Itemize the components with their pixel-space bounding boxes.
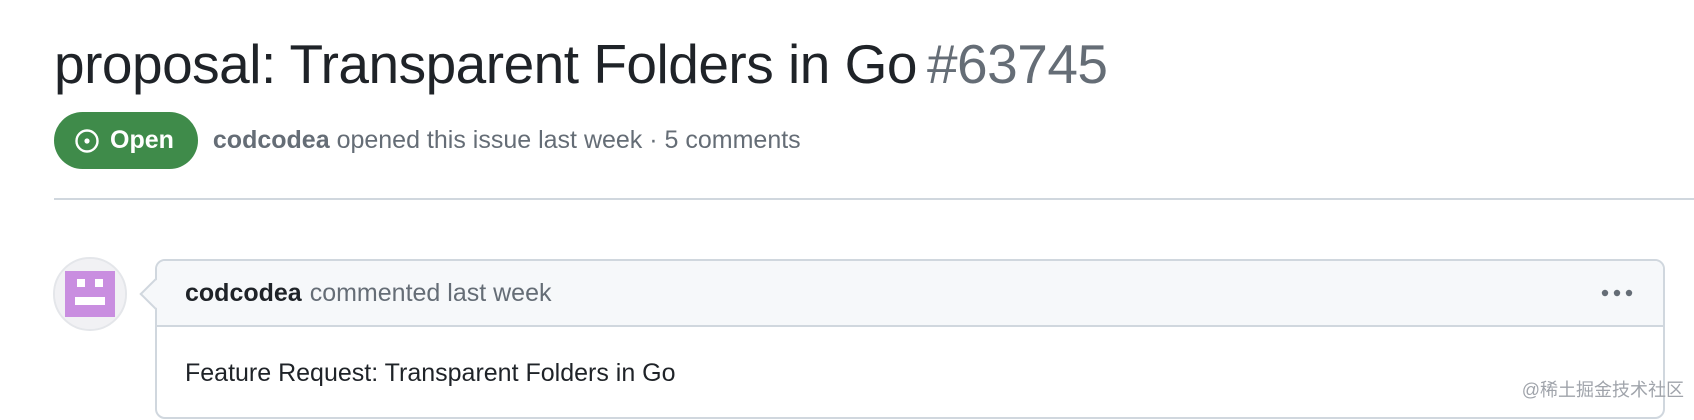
comment-body: Feature Request: Transparent Folders in … (185, 359, 676, 387)
issue-number: #63745 (926, 33, 1108, 95)
comment-author-link[interactable]: codcodea (185, 279, 302, 308)
issue-meta: Open codcodea opened this issue last wee… (54, 112, 801, 169)
comment-action[interactable]: commented last week (310, 279, 552, 308)
comment-box: codcodea commented last week Feature Req… (139, 259, 1665, 419)
issue-title: proposal: Transparent Folders in Go #6374… (54, 28, 1108, 100)
issue-author-link[interactable]: codcodea (213, 126, 330, 154)
identicon-icon (55, 259, 125, 329)
state-badge: Open (54, 112, 198, 169)
issue-meta-suffix: opened this issue last week · 5 comments (336, 126, 801, 154)
comment-header: codcodea commented last week (157, 261, 1663, 327)
issue-meta-text: codcodea opened this issue last week · 5… (213, 126, 801, 155)
issue-opened-icon (75, 128, 99, 153)
header-divider (54, 198, 1694, 200)
issue-title-text: proposal: Transparent Folders in Go (54, 33, 917, 95)
comment-options-button[interactable] (1601, 278, 1633, 308)
kebab-horizontal-icon (1601, 289, 1633, 297)
avatar[interactable] (53, 257, 127, 331)
state-label: Open (110, 126, 174, 154)
watermark: @稀土掘金技术社区 (1521, 380, 1684, 400)
